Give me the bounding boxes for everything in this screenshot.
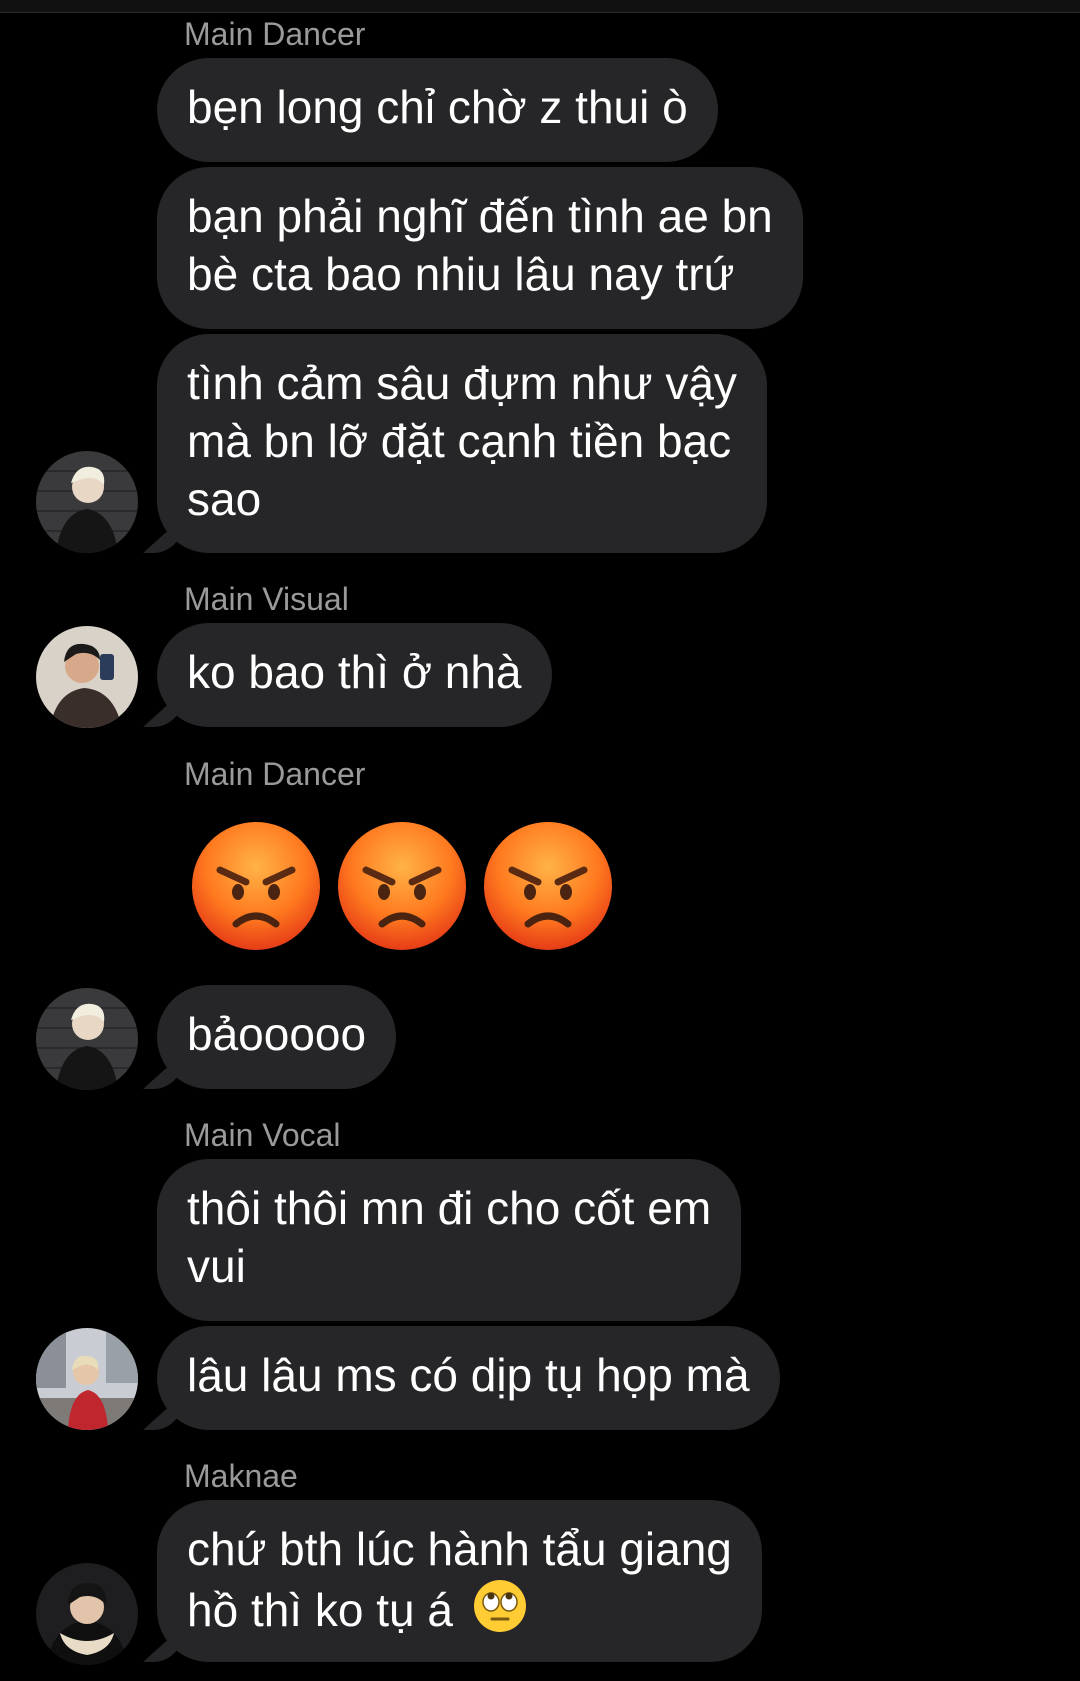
message-text: thôi thôi mn đi cho cốt em — [187, 1182, 712, 1234]
avatar[interactable] — [36, 988, 138, 1090]
message-bubble[interactable]: bẹn long chỉ chờ z thui ò — [157, 58, 718, 162]
message-text: chứ bth lúc hành tẩu giang — [187, 1523, 732, 1575]
sender-name: Main Visual — [184, 581, 349, 617]
message-text: ko bao thì ở nhà — [187, 646, 522, 698]
message-bubble[interactable]: lâu lâu ms có dịp tụ họp mà — [157, 1326, 780, 1430]
message-text: mà bn lỡ đặt cạnh tiền bạc — [187, 415, 732, 467]
sender-name: Main Dancer — [184, 756, 366, 792]
message-text: tình cảm sâu đựm như vậy — [187, 357, 737, 409]
angry-face-icon — [484, 822, 612, 950]
message-text: bảooooo — [187, 1008, 367, 1060]
message-text: hồ thì ko tụ á — [187, 1584, 453, 1636]
sender-name: Maknae — [184, 1458, 298, 1494]
emoji-message[interactable] — [190, 820, 614, 952]
message-bubble[interactable]: bạn phải nghĩ đến tình ae bn bè cta bao … — [157, 167, 803, 329]
avatar[interactable] — [36, 1563, 138, 1665]
sender-name: Main Dancer — [184, 16, 366, 52]
message-text: sao — [187, 473, 262, 525]
top-divider — [0, 0, 1080, 13]
eye-roll-face-icon — [473, 1580, 526, 1632]
message-bubble[interactable]: tình cảm sâu đựm như vậy mà bn lỡ đặt cạ… — [157, 334, 767, 553]
avatar[interactable] — [36, 451, 138, 553]
message-text: bạn phải nghĩ đến tình ae bn — [187, 190, 773, 242]
avatar[interactable] — [36, 1328, 138, 1430]
angry-face-icon — [338, 822, 466, 950]
avatar[interactable] — [36, 626, 138, 728]
message-text: bè cta bao nhiu lâu nay trứ — [187, 248, 735, 300]
message-bubble[interactable]: chứ bth lúc hành tẩu giang hồ thì ko tụ … — [157, 1500, 762, 1662]
message-bubble[interactable]: thôi thôi mn đi cho cốt em vui — [157, 1159, 742, 1321]
message-text: vui — [187, 1240, 246, 1292]
message-text: bẹn long chỉ chờ z thui ò — [187, 81, 688, 133]
message-bubble[interactable]: ko bao thì ở nhà — [157, 623, 552, 727]
angry-face-icon — [192, 822, 320, 950]
message-bubble[interactable]: bảooooo — [157, 985, 397, 1089]
message-text: lâu lâu ms có dịp tụ họp mà — [187, 1349, 750, 1401]
sender-name: Main Vocal — [184, 1117, 341, 1153]
